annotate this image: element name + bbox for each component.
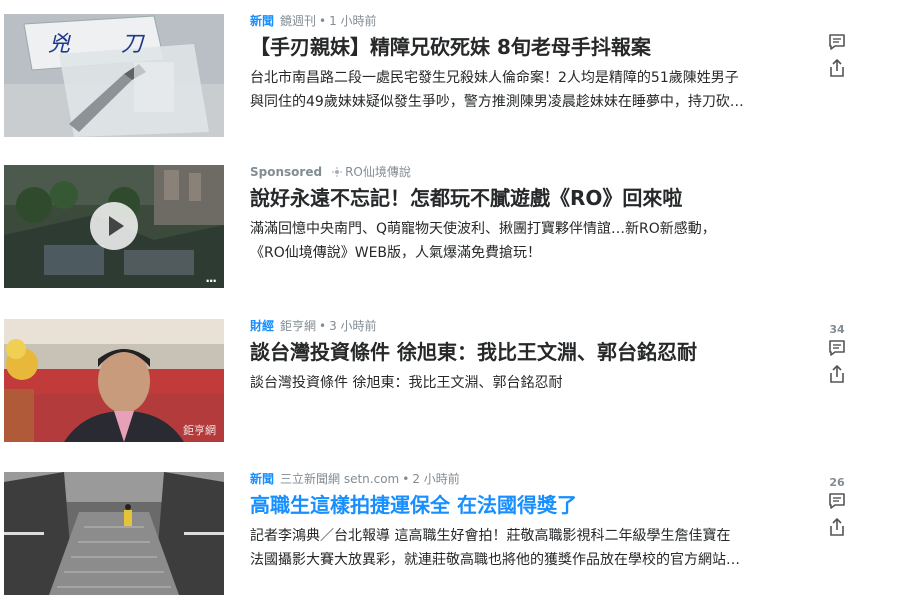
news-item[interactable]: 新聞 三立新聞網 setn.com • 2 小時前 高職生這樣拍捷運保全 在法國得獎了… [0,472,900,597]
comment-count: 34 [829,323,845,336]
metro-escalator-photo [4,472,224,595]
news-summary: 滿滿回憶中央南門、Q萌寵物天使波利、揪團打寶夥伴情誼…新RO新感動， 《RO仙境… [250,217,815,265]
sponsored-label: Sponsored [250,165,323,179]
comment-count: 26 [829,476,845,489]
news-summary: 台北市南昌路二段一處民宅發生兄殺妹人倫命案！2人均是精障的51歲陳姓男子 與同住… [250,66,815,114]
image-watermark: 鉅亨網 [183,424,216,437]
time-label: 3 小時前 [329,319,377,333]
item-meta: 新聞 鏡週刊 • 1 小時前 [250,13,377,29]
sun-icon [332,167,343,177]
meta-separator: • [402,472,410,486]
news-thumbnail[interactable]: 兇 刀 [4,14,224,137]
news-item[interactable]: ... Sponsored RO仙境傳說 說好永遠不忘記！怎都玩不膩遊戲《RO》回… [0,165,900,290]
summary-line: 台北市南昌路二段一處民宅發生兄殺妹人倫命案！2人均是精障的51歲陳姓男子 [250,70,739,86]
summary-line: 記者李鴻典／台北報導 這高職生好會拍！莊敬高職影視科二年級學生詹佳寶在 [250,528,731,544]
evidence-sign-text: 兇 刀 [48,32,165,57]
news-thumbnail[interactable]: 鉅亨網 [4,319,224,442]
item-meta: 新聞 三立新聞網 setn.com • 2 小時前 [250,471,460,487]
category-label[interactable]: 新聞 [250,472,274,486]
category-label[interactable]: 財經 [250,319,274,333]
news-item[interactable]: 兇 刀 新聞 鏡週刊 • 1 小時前 【手刃親妹】精障兄砍死妹 8旬老母手抖報案 台北… [0,14,900,139]
comment-icon[interactable] [827,32,847,52]
summary-line: 《RO仙境傳說》WEB版，人氣爆滿免費搶玩！ [250,245,542,261]
item-meta: 財經 鉅亨網 • 3 小時前 [250,318,377,334]
news-title[interactable]: 高職生這樣拍捷運保全 在法國得獎了 [250,491,830,519]
time-label: 2 小時前 [412,472,460,486]
share-icon[interactable] [827,517,847,537]
news-feed: 兇 刀 新聞 鏡週刊 • 1 小時前 【手刃親妹】精障兄砍死妹 8旬老母手抖報案 台北… [0,0,900,600]
meta-separator: • [319,319,327,333]
summary-line: 滿滿回憶中央南門、Q萌寵物天使波利、揪團打寶夥伴情誼…新RO新感動， [250,221,716,237]
meta-separator: • [319,14,327,28]
item-meta: Sponsored RO仙境傳說 [250,164,411,180]
play-icon[interactable] [90,202,138,250]
summary-line: 談台灣投資條件 徐旭東：我比王文淵、郭台銘忍耐 [250,375,563,391]
news-title[interactable]: 談台灣投資條件 徐旭東：我比王文淵、郭台銘忍耐 [250,338,830,366]
news-summary: 談台灣投資條件 徐旭東：我比王文淵、郭台銘忍耐 [250,371,815,419]
comment-icon[interactable] [827,491,847,511]
share-icon[interactable] [827,58,847,78]
source-label: 鏡週刊 [280,14,317,28]
comment-icon[interactable] [827,338,847,358]
source-label: 三立新聞網 setn.com [280,472,400,486]
category-label[interactable]: 新聞 [250,14,274,28]
news-thumbnail[interactable] [4,472,224,595]
source-label[interactable]: RO仙境傳說 [345,165,411,179]
source-label: 鉅亨網 [280,319,317,333]
news-item[interactable]: 鉅亨網 財經 鉅亨網 • 3 小時前 談台灣投資條件 徐旭東：我比王文淵、郭台銘忍耐 … [0,319,900,444]
time-label: 1 小時前 [329,14,377,28]
news-summary: 記者李鴻典／台北報導 這高職生好會拍！莊敬高職影視科二年級學生詹佳寶在 法國攝影… [250,524,815,572]
share-icon[interactable] [827,364,847,384]
video-more-indicator: ... [205,271,217,285]
summary-line: 法國攝影大賽大放異彩，就連莊敬高職也將他的獲獎作品放在學校的官方網站… [250,552,740,568]
news-thumbnail[interactable]: ... [4,165,224,288]
news-title[interactable]: 說好永遠不忘記！怎都玩不膩遊戲《RO》回來啦 [250,184,830,212]
summary-line: 與同住的49歲妹妹疑似發生爭吵，警方推測陳男凌晨趁妹妹在睡夢中，持刀砍… [250,94,744,110]
news-title[interactable]: 【手刃親妹】精障兄砍死妹 8旬老母手抖報案 [250,33,830,61]
